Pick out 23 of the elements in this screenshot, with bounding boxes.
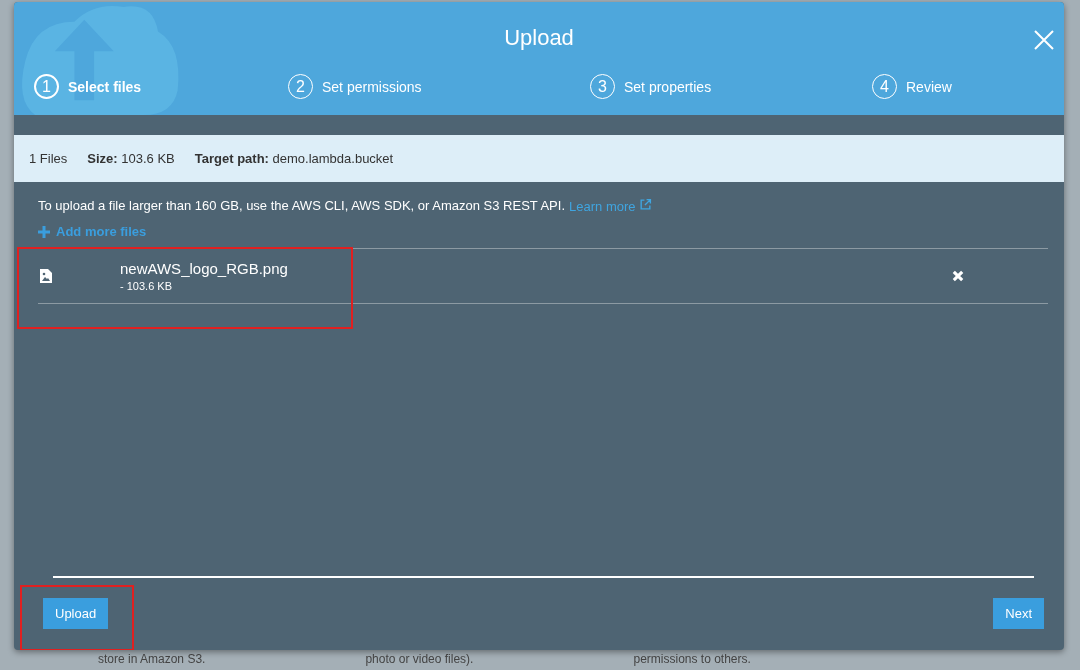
learn-more-link[interactable]: Learn more <box>569 198 653 214</box>
external-link-icon <box>639 198 653 211</box>
wizard-step[interactable]: 1 Select files <box>34 74 288 99</box>
file-size: - 103.6 KB <box>120 280 173 292</box>
size-info: Size: 103.6 KB <box>87 151 175 166</box>
upload-button[interactable]: Upload <box>43 598 109 629</box>
dialog-title: Upload <box>504 25 574 51</box>
file-name: newAWS_logo_RGB.png <box>120 260 289 277</box>
background-text: photo or video files). <box>365 652 474 666</box>
background-text: store in Amazon S3. <box>98 652 206 666</box>
notice-text: To upload a file larger than 160 GB, use the AWS CLI, AWS SDK, or Amazon S3 REST API. <box>38 198 565 214</box>
target-path: Target path: demo.lambda.bucket <box>194 151 394 166</box>
file-count: 1 Files <box>29 151 68 166</box>
image-file-icon <box>40 269 52 283</box>
add-more-files-link[interactable]: Add more files <box>38 224 147 239</box>
remove-icon[interactable] <box>952 270 964 282</box>
wizard-step[interactable]: 3 Set properties <box>590 74 872 99</box>
background-text: permissions to others. <box>633 652 751 666</box>
plus-icon <box>38 225 50 238</box>
next-button[interactable]: Next <box>993 598 1044 629</box>
close-icon[interactable] <box>1034 30 1054 50</box>
wizard-step[interactable]: 4 Review <box>872 74 1064 99</box>
wizard-step[interactable]: 2 Set permissions <box>288 74 590 99</box>
